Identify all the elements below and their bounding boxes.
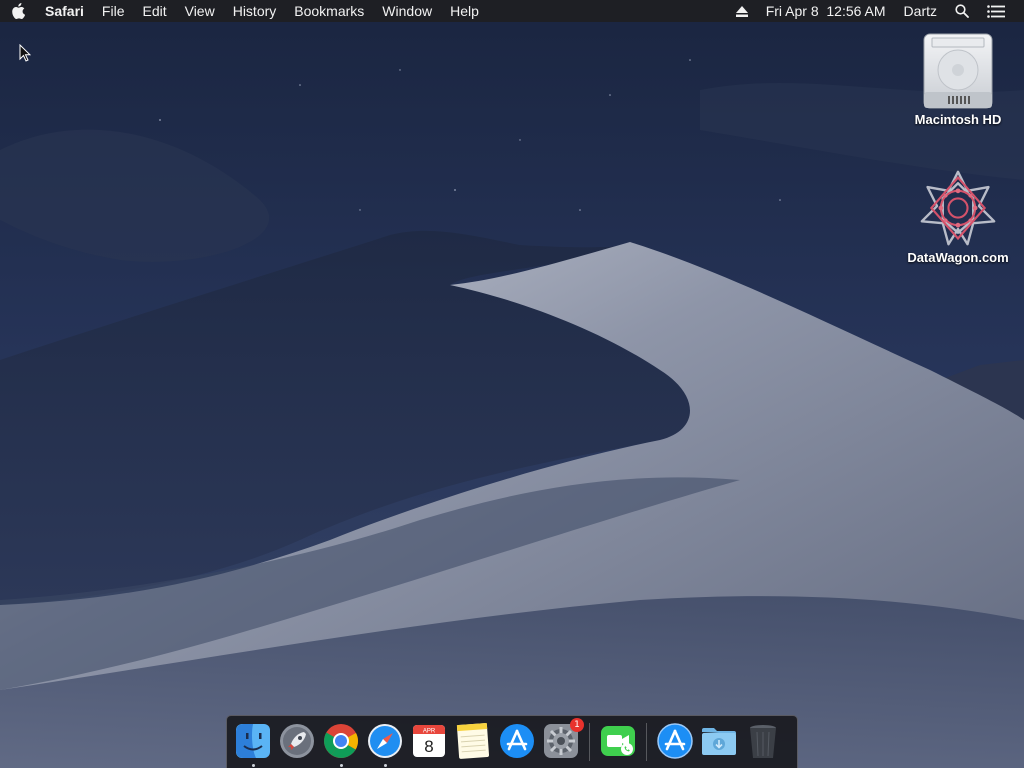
menu-history[interactable]: History [224, 0, 286, 22]
dock: APR 8 1 [226, 715, 798, 768]
launchpad-icon [278, 722, 316, 760]
running-indicator [251, 763, 255, 767]
datawagon-logo-icon [918, 168, 998, 248]
desktop-icon-label: DataWagon.com [907, 250, 1009, 265]
dock-separator [589, 723, 590, 761]
wallpaper [0, 0, 1024, 768]
notification-badge: 1 [570, 717, 584, 732]
applications-folder-icon [656, 722, 694, 760]
dock-item-applications-folder[interactable] [653, 716, 697, 768]
dock-item-downloads-folder[interactable] [697, 716, 741, 768]
menu-file[interactable]: File [93, 0, 134, 22]
dock-item-app-store[interactable] [495, 716, 539, 768]
trash-icon [744, 722, 782, 760]
app-store-icon [498, 722, 536, 760]
safari-icon [366, 722, 404, 760]
desktop-icon-macintosh-hd[interactable]: Macintosh HD [903, 30, 1013, 127]
notification-center-icon[interactable] [978, 4, 1014, 18]
notes-icon [454, 722, 492, 760]
dock-item-finder[interactable] [231, 716, 275, 768]
finder-icon [234, 722, 272, 760]
menu-view[interactable]: View [176, 0, 224, 22]
eject-icon[interactable] [727, 5, 757, 17]
spotlight-search-icon[interactable] [946, 4, 978, 18]
desktop-icon-datawagon[interactable]: DataWagon.com [903, 168, 1013, 265]
facetime-icon [599, 722, 637, 760]
calendar-icon: APR 8 [410, 722, 448, 760]
desktop[interactable]: Safari File Edit View History Bookmarks … [0, 0, 1024, 768]
calendar-day: 8 [424, 737, 433, 756]
menu-window[interactable]: Window [373, 0, 441, 22]
menu-edit[interactable]: Edit [133, 0, 175, 22]
menu-app-safari[interactable]: Safari [36, 0, 93, 22]
mouse-cursor-icon [19, 44, 31, 62]
dock-separator [646, 723, 647, 761]
dock-item-launchpad[interactable] [275, 716, 319, 768]
dock-item-facetime[interactable] [596, 716, 640, 768]
dock-item-chrome[interactable] [319, 716, 363, 768]
dock-item-trash[interactable] [741, 716, 785, 768]
desktop-icon-label: Macintosh HD [914, 112, 1002, 127]
menu-bookmarks[interactable]: Bookmarks [285, 0, 373, 22]
chrome-icon [322, 722, 360, 760]
dock-item-notes[interactable] [451, 716, 495, 768]
running-indicator [383, 763, 387, 767]
system-preferences-icon: 1 [542, 717, 584, 760]
hard-drive-icon [918, 30, 998, 110]
menu-bar: Safari File Edit View History Bookmarks … [0, 0, 1024, 22]
dock-item-safari[interactable] [363, 716, 407, 768]
menu-help[interactable]: Help [441, 0, 488, 22]
menu-clock[interactable]: Fri Apr 8 12:56 AM [757, 0, 895, 22]
downloads-folder-icon [700, 722, 738, 760]
running-indicator [339, 763, 343, 767]
dock-item-calendar[interactable]: APR 8 [407, 716, 451, 768]
dock-item-system-preferences[interactable]: 1 [539, 716, 584, 768]
menu-user[interactable]: Dartz [895, 0, 946, 22]
apple-menu-icon[interactable] [0, 0, 36, 22]
calendar-month: APR [423, 728, 436, 734]
